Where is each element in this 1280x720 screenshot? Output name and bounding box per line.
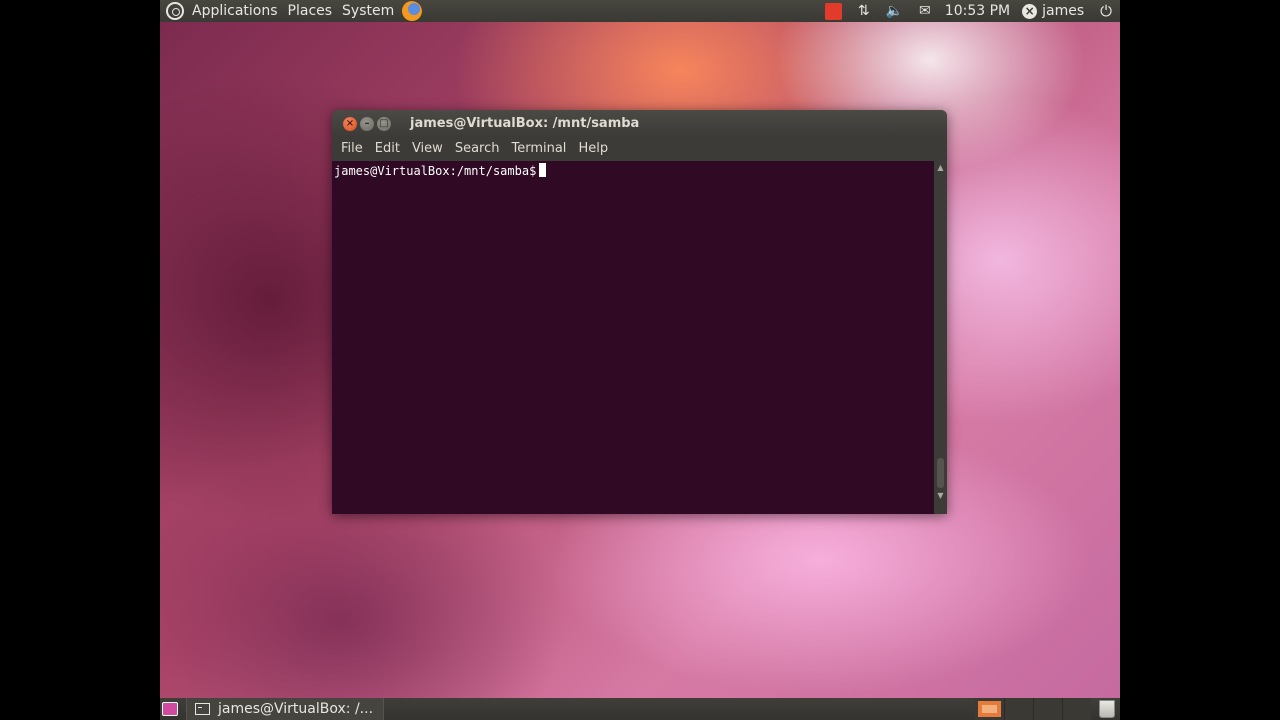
window-titlebar[interactable]: × – □ james@VirtualBox: /mnt/samba bbox=[332, 110, 947, 137]
ubuntu-logo-icon[interactable] bbox=[166, 2, 184, 20]
desktop: Applications Places System ⇅ 🔈 ✉ 10:53 P… bbox=[160, 0, 1120, 720]
applications-menu[interactable]: Applications bbox=[187, 0, 283, 22]
notification-indicator-icon[interactable] bbox=[824, 2, 842, 20]
workspace-3[interactable] bbox=[1033, 698, 1062, 720]
file-menu[interactable]: File bbox=[335, 137, 369, 161]
user-menu[interactable]: james bbox=[1037, 0, 1092, 22]
workspace-1[interactable] bbox=[975, 698, 1004, 720]
terminal-area[interactable]: james@VirtualBox:/mnt/samba$ ▲ ▼ bbox=[332, 161, 947, 514]
mail-icon[interactable]: ✉ bbox=[911, 0, 939, 22]
shell-prompt: james@VirtualBox:/mnt/samba$ bbox=[334, 164, 537, 178]
volume-icon[interactable]: 🔈 bbox=[878, 0, 911, 22]
terminal-menubar: File Edit View Search Terminal Help bbox=[332, 137, 947, 161]
terminal-window[interactable]: × – □ james@VirtualBox: /mnt/samba File … bbox=[332, 110, 947, 514]
user-status-icon[interactable]: × bbox=[1022, 3, 1038, 19]
search-menu[interactable]: Search bbox=[449, 137, 506, 161]
bottom-panel: james@VirtualBox: /... bbox=[160, 698, 1120, 720]
vertical-scrollbar[interactable]: ▲ ▼ bbox=[934, 161, 947, 514]
places-menu[interactable]: Places bbox=[283, 0, 338, 22]
window-title: james@VirtualBox: /mnt/samba bbox=[410, 116, 640, 131]
maximize-window-button[interactable]: □ bbox=[377, 116, 391, 131]
view-menu[interactable]: View bbox=[406, 137, 449, 161]
workspace-4[interactable] bbox=[1062, 698, 1091, 720]
scrollbar-thumb[interactable] bbox=[937, 458, 944, 488]
taskbar-label: james@VirtualBox: /... bbox=[218, 701, 374, 717]
workspace-switcher bbox=[975, 698, 1091, 720]
power-icon[interactable]: ⏻ bbox=[1092, 0, 1120, 22]
scroll-up-arrow-icon[interactable]: ▲ bbox=[934, 163, 947, 172]
scroll-down-arrow-icon[interactable]: ▼ bbox=[934, 491, 947, 500]
firefox-launcher-icon[interactable] bbox=[402, 1, 423, 21]
text-cursor bbox=[539, 163, 547, 177]
taskbar-terminal-button[interactable]: james@VirtualBox: /... bbox=[186, 698, 385, 720]
terminal-menu[interactable]: Terminal bbox=[505, 137, 572, 161]
top-panel: Applications Places System ⇅ 🔈 ✉ 10:53 P… bbox=[160, 0, 1120, 22]
show-desktop-icon[interactable] bbox=[162, 702, 178, 716]
system-menu[interactable]: System bbox=[337, 0, 399, 22]
help-menu[interactable]: Help bbox=[572, 137, 614, 161]
system-tray: ⇅ 🔈 ✉ 10:53 PM × james ⏻ bbox=[817, 0, 1120, 22]
clock[interactable]: 10:53 PM bbox=[939, 0, 1016, 22]
workspace-2[interactable] bbox=[1004, 698, 1033, 720]
edit-menu[interactable]: Edit bbox=[369, 137, 406, 161]
minimize-window-button[interactable]: – bbox=[360, 116, 374, 131]
terminal-output[interactable]: james@VirtualBox:/mnt/samba$ bbox=[332, 161, 934, 514]
trash-icon[interactable] bbox=[1099, 700, 1115, 718]
terminal-icon bbox=[195, 703, 210, 715]
network-icon[interactable]: ⇅ bbox=[850, 0, 878, 22]
close-window-button[interactable]: × bbox=[343, 116, 357, 131]
